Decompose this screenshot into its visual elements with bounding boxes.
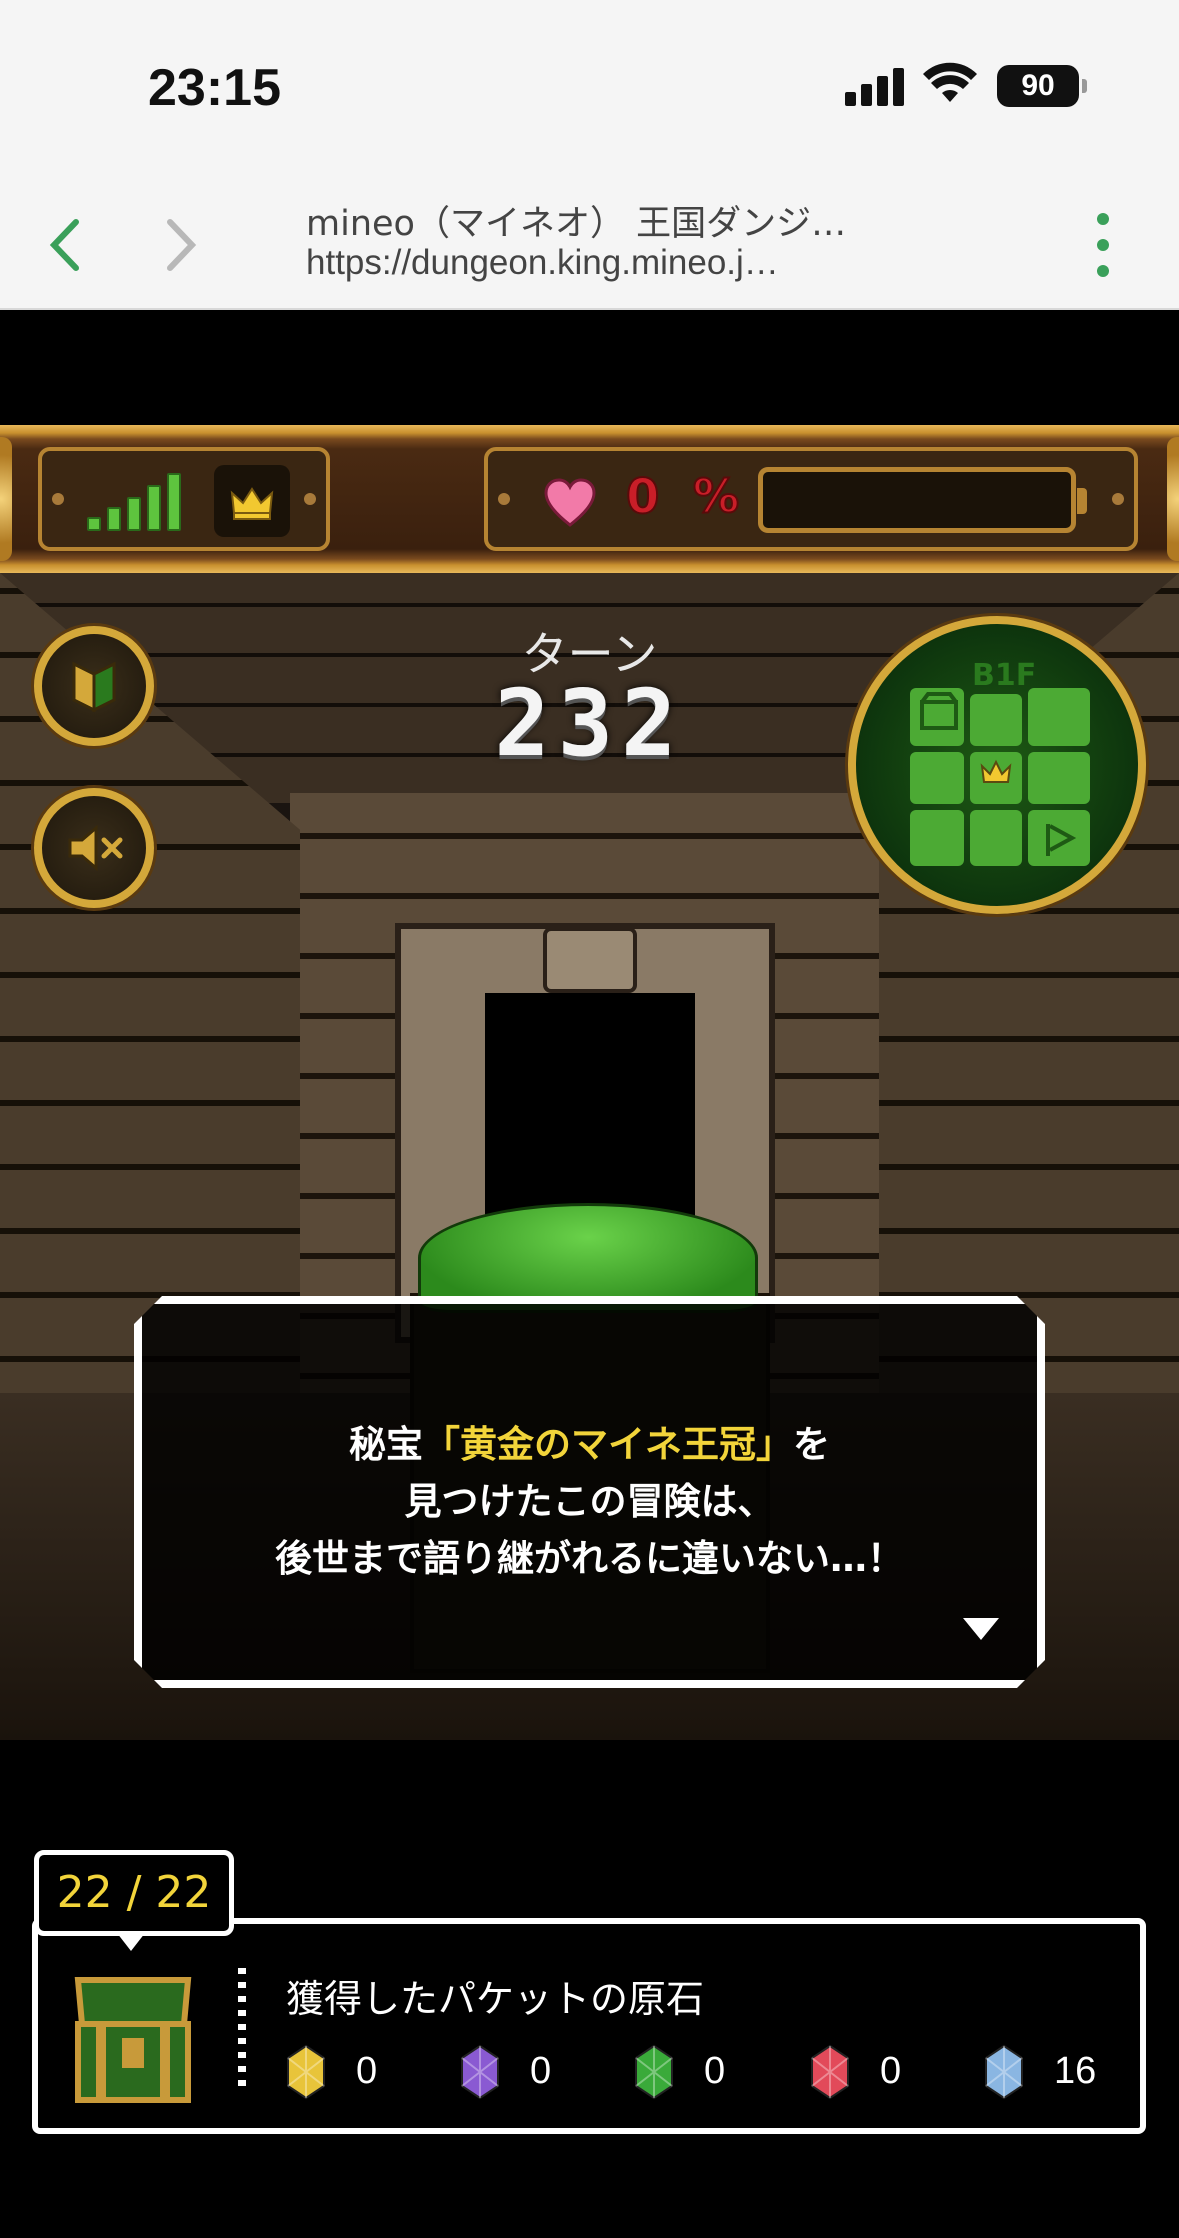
message-dialog[interactable]: 秘宝「黄金のマイネ王冠」を 見つけたこの冒険は、 後世まで語り継がれるに違いない… [134, 1296, 1045, 1688]
crown-badge [214, 465, 290, 537]
battery-indicator: 90 [997, 65, 1087, 107]
heart-icon [544, 478, 596, 527]
hp-unit: % [692, 468, 740, 524]
dialog-line-1: 秘宝「黄金のマイネ王冠」を [349, 1423, 830, 1466]
hp-value: 0 [625, 468, 660, 526]
dialog-line-3: 後世まで語り継がれるに違いない…！ [275, 1537, 904, 1580]
hp-panel: 0 % [484, 447, 1138, 551]
stone-count: 16 [1054, 2050, 1097, 2092]
status-time: 23:15 [148, 59, 281, 117]
gem-icon [287, 2044, 325, 2100]
cellular-signal-icon [845, 66, 905, 106]
minimap[interactable]: B1F [848, 616, 1146, 914]
gem-icon [811, 2044, 849, 2100]
more-menu-icon[interactable] [1088, 213, 1118, 277]
treasure-chest-icon [74, 1977, 192, 2103]
stone-count: 0 [704, 2050, 726, 2092]
doorway-keystone [543, 927, 637, 993]
back-arrow-icon[interactable] [36, 210, 96, 280]
packet-stones-panel: 獲得したパケットの原石 0 0 0 0 16 [32, 1918, 1146, 2134]
forward-arrow-icon[interactable] [150, 210, 210, 280]
dialog-line-2: 見つけたこの冒険は、 [404, 1480, 775, 1523]
stone-count: 0 [530, 2050, 552, 2092]
page-title[interactable]: mineo（マイネオ） 王国ダンジ… [306, 195, 846, 246]
hud-ornament-right [1167, 437, 1179, 561]
mute-icon [68, 824, 123, 872]
browser-toolbar: mineo（マイネオ） 王国ダンジ… https://dungeon.king.… [0, 175, 1179, 310]
status-bar: 23:15 90 [0, 0, 1179, 175]
wifi-icon [923, 62, 977, 102]
stone-count: 0 [356, 2050, 378, 2092]
crown-icon [230, 487, 274, 520]
url-text[interactable]: https://dungeon.king.mineo.j… [306, 243, 779, 283]
hud-ornament-left [0, 437, 12, 561]
sound-toggle-button[interactable] [34, 788, 154, 908]
gem-icon [985, 2044, 1023, 2100]
shop-icon [920, 692, 958, 730]
treasure-count: 22 / 22 [34, 1850, 234, 1951]
signal-panel [38, 447, 330, 551]
game-hud: 0 % [0, 425, 1179, 573]
floor-label: B1F [972, 658, 1037, 693]
hp-bar [758, 467, 1087, 533]
treasure-name: 「黄金のマイネ王冠」 [423, 1423, 793, 1466]
separator [238, 1968, 246, 2092]
stones-title: 獲得したパケットの原石 [286, 1977, 705, 2021]
stone-count: 0 [880, 2050, 902, 2092]
continue-arrow-icon [963, 1618, 999, 1640]
dialog-text: 秘宝「黄金のマイネ王冠」を 見つけたこの冒険は、 後世まで語り継がれるに違いない… [142, 1416, 1037, 1587]
crown-marker-icon [980, 759, 1012, 783]
gem-icon [635, 2044, 673, 2100]
gem-icon [461, 2044, 499, 2100]
signal-strength-icon [87, 471, 197, 531]
goal-flag-icon [1046, 824, 1077, 856]
